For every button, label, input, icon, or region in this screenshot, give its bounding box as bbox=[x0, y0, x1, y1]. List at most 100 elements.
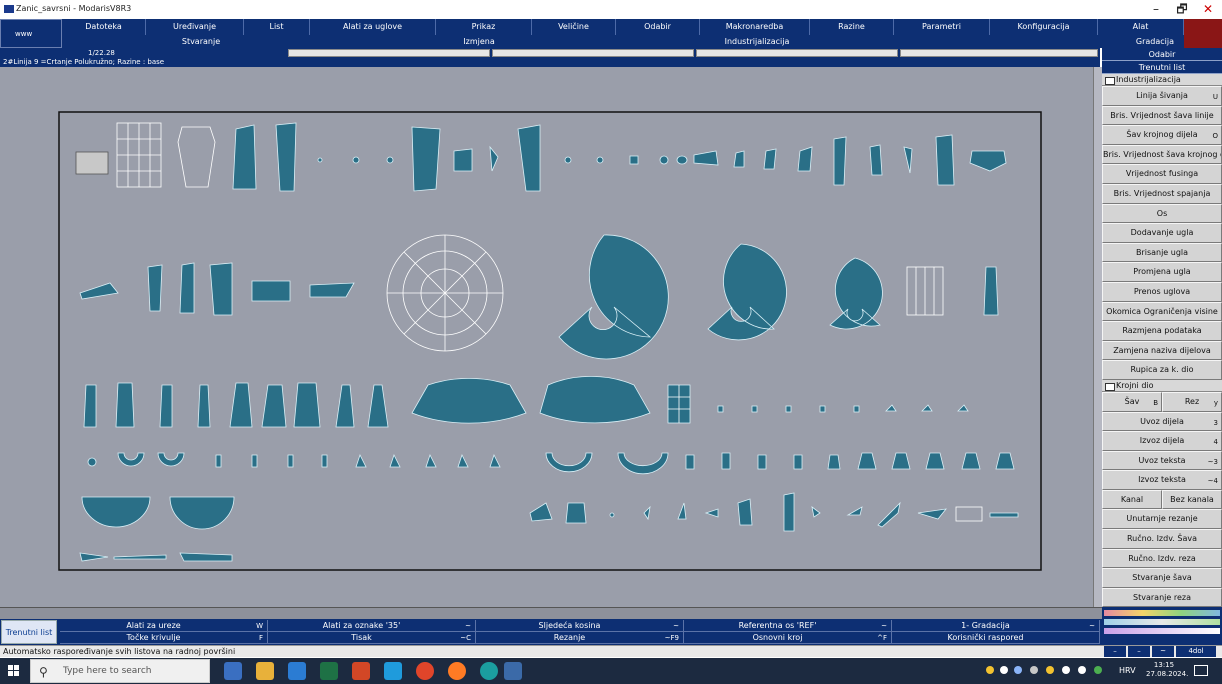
field-industrijalizacija[interactable] bbox=[696, 49, 898, 57]
krojni-tool-button[interactable]: Uvoz teksta ~3 bbox=[1102, 450, 1222, 471]
powerpoint-icon[interactable] bbox=[352, 662, 370, 680]
field-gradacija[interactable] bbox=[900, 49, 1098, 57]
logo-block[interactable]: www bbox=[0, 19, 62, 48]
tray-icon[interactable] bbox=[1046, 666, 1054, 674]
industrijalizacija-tool-button[interactable]: Os bbox=[1102, 203, 1222, 224]
menu-odabir[interactable]: Odabir bbox=[616, 19, 700, 35]
modaris-icon[interactable] bbox=[504, 662, 522, 680]
windows-start-icon[interactable] bbox=[8, 665, 20, 677]
panel-header-odabir[interactable]: Odabir bbox=[1102, 48, 1222, 61]
menu-stvaranje[interactable]: Stvaranje bbox=[62, 35, 340, 48]
current-sheet-button[interactable]: Trenutni list bbox=[1, 620, 57, 644]
bottom-tool[interactable]: Točke krivulje F bbox=[60, 632, 268, 644]
menu-konfiguracija[interactable]: Konfiguracija bbox=[990, 19, 1098, 35]
app-icon[interactable] bbox=[480, 662, 498, 680]
bottom-tool[interactable]: Referentna os 'REF' ~ bbox=[684, 620, 892, 632]
taskbar-search-box[interactable]: ⚲ Type here to search bbox=[30, 659, 210, 683]
notification-icon[interactable] bbox=[1194, 665, 1208, 676]
industrijalizacija-tool-button[interactable]: Bris. Vrijednost šava linije bbox=[1102, 105, 1222, 126]
minimize-button[interactable]: – bbox=[1146, 2, 1166, 17]
industrijalizacija-tool-button[interactable]: Brisanje ugla bbox=[1102, 242, 1222, 263]
krojni-tool-button[interactable]: Stvaranje šava bbox=[1102, 568, 1222, 588]
bottom-tool[interactable]: Rezanje ~F9 bbox=[476, 632, 684, 644]
industrijalizacija-tool-button[interactable]: Zamjena naziva dijelova bbox=[1102, 340, 1222, 361]
bottom-tool[interactable]: Tisak ~C bbox=[268, 632, 476, 644]
menu-razine[interactable]: Razine bbox=[810, 19, 894, 35]
menu-makronaredba[interactable]: Makronaredba bbox=[700, 19, 810, 35]
horizontal-scrollbar[interactable] bbox=[0, 607, 1102, 619]
mini-button[interactable]: – bbox=[1104, 646, 1126, 657]
menu-datoteka[interactable]: Datoteka bbox=[62, 19, 146, 35]
tray-icon[interactable] bbox=[986, 666, 994, 674]
mini-button[interactable]: – bbox=[1128, 646, 1150, 657]
industrijalizacija-tool-button[interactable]: Rupica za k. dio bbox=[1102, 360, 1222, 380]
menu-gradacija[interactable]: Gradacija bbox=[896, 35, 1184, 48]
industrijalizacija-tool-button[interactable]: Promjena ugla bbox=[1102, 262, 1222, 282]
bottom-tool[interactable]: Alati za oznake '35' ~ bbox=[268, 620, 476, 632]
network-icon[interactable] bbox=[1062, 666, 1070, 674]
menu-industrijalizacija[interactable]: Industrijalizacija bbox=[618, 35, 896, 48]
sav-button[interactable]: Šav B bbox=[1102, 391, 1162, 412]
bottom-tool[interactable]: 1- Gradacija ~ bbox=[892, 620, 1100, 632]
rez-button[interactable]: Rez y bbox=[1162, 391, 1222, 412]
firefox-icon[interactable] bbox=[448, 662, 466, 680]
mini-button[interactable]: 4dol bbox=[1176, 646, 1216, 657]
color-bar[interactable] bbox=[1104, 619, 1220, 625]
tray-icon[interactable] bbox=[1094, 666, 1102, 674]
krojni-tool-button[interactable]: Uvoz dijela 3 bbox=[1102, 411, 1222, 432]
menu-velicine[interactable]: Veličine bbox=[532, 19, 616, 35]
volume-icon[interactable] bbox=[1078, 666, 1086, 674]
section-industrijalizacija[interactable]: Industrijalizacija bbox=[1102, 74, 1222, 86]
close-button[interactable]: ✕ bbox=[1198, 2, 1218, 17]
industrijalizacija-tool-button[interactable]: Razmjena podataka bbox=[1102, 321, 1222, 341]
menu-alati-za-uglove[interactable]: Alati za uglove bbox=[310, 19, 436, 35]
industrijalizacija-tool-button[interactable]: Šav krojnog dijela O bbox=[1102, 125, 1222, 145]
bottom-tool[interactable]: Korisnički raspored bbox=[892, 632, 1100, 644]
edge-icon[interactable] bbox=[384, 662, 402, 680]
color-bar[interactable] bbox=[1104, 610, 1220, 616]
work-canvas[interactable] bbox=[0, 67, 1093, 607]
krojni-tool-button[interactable]: Ručno. Izdv. Šava bbox=[1102, 529, 1222, 549]
menu-uredivanje[interactable]: Uređivanje bbox=[146, 19, 244, 35]
industrijalizacija-tool-button[interactable]: Vrijednost fusinga bbox=[1102, 164, 1222, 184]
krojni-tool-button[interactable]: Unutarnje rezanje bbox=[1102, 509, 1222, 530]
tray-icon[interactable] bbox=[1014, 666, 1022, 674]
bottom-tool[interactable]: Sljedeća kosina ~ bbox=[476, 620, 684, 632]
menu-parametri[interactable]: Parametri bbox=[894, 19, 990, 35]
color-bar[interactable] bbox=[1104, 628, 1220, 634]
bottom-tool[interactable]: Alati za ureze W bbox=[60, 620, 268, 632]
kanal-button[interactable]: Kanal bbox=[1102, 489, 1162, 510]
clock[interactable]: 13:15 27.08.2024. bbox=[1146, 661, 1188, 679]
industrijalizacija-tool-button[interactable]: Bris. Vrijednost šava krojnog d bbox=[1102, 144, 1222, 165]
industrijalizacija-tool-button[interactable]: Dodavanje ugla bbox=[1102, 223, 1222, 243]
menu-list[interactable]: List bbox=[244, 19, 310, 35]
bottom-tool[interactable]: Osnovni kroj ^F bbox=[684, 632, 892, 644]
industrijalizacija-tool-button[interactable]: Linija šivanja U bbox=[1102, 86, 1222, 106]
word-icon[interactable] bbox=[288, 662, 306, 680]
tray-icon[interactable] bbox=[1000, 666, 1008, 674]
industrijalizacija-tool-button[interactable]: Okomica Ograničenja visine bbox=[1102, 301, 1222, 322]
krojni-tool-button[interactable]: Izvoz dijela 4 bbox=[1102, 431, 1222, 451]
excel-icon[interactable] bbox=[320, 662, 338, 680]
field-izmjena[interactable] bbox=[288, 49, 490, 57]
panel-header-trenutni[interactable]: Trenutni list bbox=[1102, 61, 1222, 74]
industrijalizacija-tool-button[interactable]: Prenos uglova bbox=[1102, 281, 1222, 302]
mini-button[interactable]: ~ bbox=[1152, 646, 1174, 657]
task-view-icon[interactable] bbox=[224, 662, 242, 680]
tray-icon[interactable] bbox=[1030, 666, 1038, 674]
industrijalizacija-tool-button[interactable]: Bris. Vrijednost spajanja bbox=[1102, 183, 1222, 204]
field-izmjena-2[interactable] bbox=[492, 49, 694, 57]
krojni-tool-button[interactable]: Ručno. Izdv. reza bbox=[1102, 548, 1222, 569]
maximize-button[interactable]: 🗗 bbox=[1172, 2, 1192, 17]
krojni-tool-button[interactable]: Stvaranje reza bbox=[1102, 587, 1222, 608]
file-explorer-icon[interactable] bbox=[256, 662, 274, 680]
bez-kanala-button[interactable]: Bez kanala bbox=[1162, 489, 1222, 510]
section-krojni-dio[interactable]: Krojni dio bbox=[1102, 379, 1222, 392]
chrome-icon[interactable] bbox=[416, 662, 434, 680]
menu-alat[interactable]: Alat bbox=[1098, 19, 1184, 35]
krojni-tool-button[interactable]: Izvoz teksta ~4 bbox=[1102, 470, 1222, 490]
vertical-scrollbar[interactable] bbox=[1093, 67, 1102, 607]
language-indicator[interactable]: HRV bbox=[1119, 666, 1136, 675]
menu-izmjena[interactable]: Izmjena bbox=[340, 35, 618, 48]
menu-prikaz[interactable]: Prikaz bbox=[436, 19, 532, 35]
